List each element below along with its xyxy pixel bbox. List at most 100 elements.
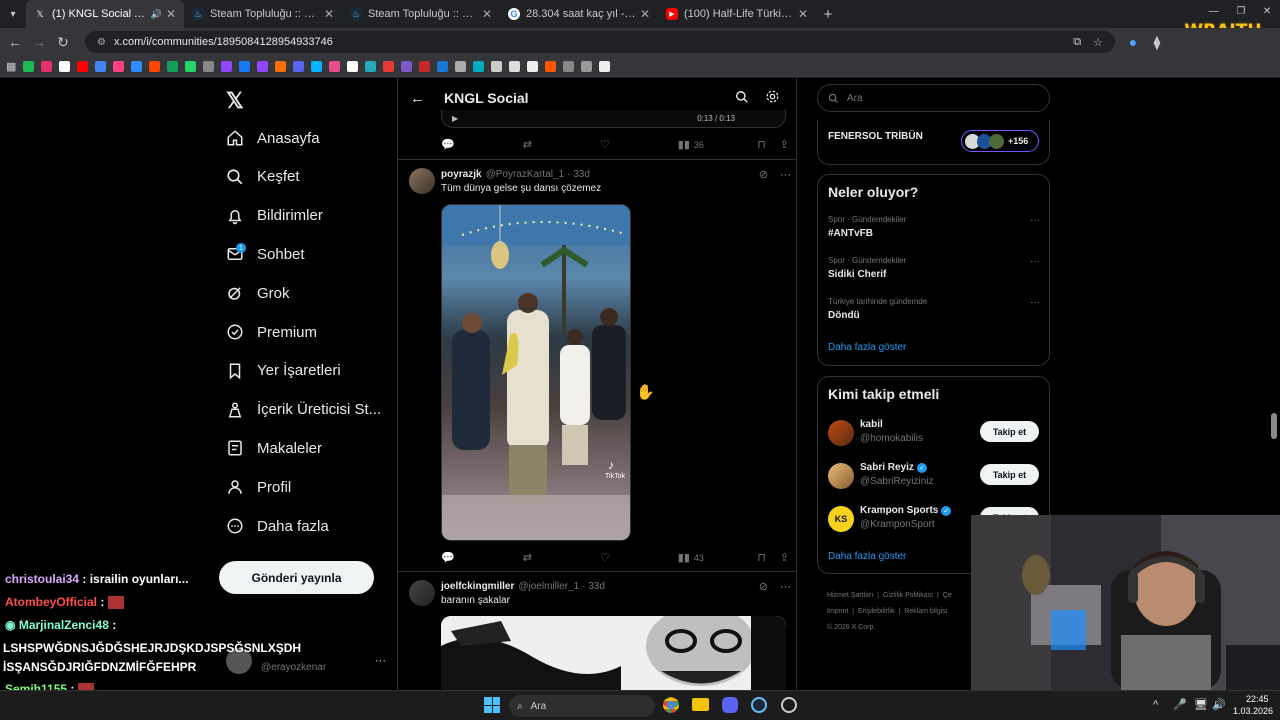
search-icon[interactable] [735,90,749,107]
network-icon[interactable]: 🖥 [1194,698,1208,711]
tweet-author-name[interactable]: joelfckingmiller [441,581,514,592]
bookmark-favicon-icon[interactable] [347,61,359,72]
bookmark-favicon-icon[interactable] [23,61,35,72]
bookmark-favicon-icon[interactable] [365,61,377,72]
nav-item-creator[interactable]: İçerik Üreticisi St... [226,397,381,423]
bookmark-favicon-icon[interactable] [455,61,467,72]
close-tab-icon[interactable]: ✕ [640,7,650,21]
maximize-icon[interactable]: ❐ [1236,6,1245,20]
nav-item-grok[interactable]: Grok [226,280,290,306]
close-tab-icon[interactable]: ✕ [482,7,492,21]
tab-list-button[interactable]: ▾ [0,2,26,26]
clock-time[interactable]: 22:45 [1246,694,1269,704]
site-info-icon[interactable]: ⚙ [97,37,106,48]
tray-chevron-icon[interactable]: ^ [1153,699,1158,711]
trend-item[interactable]: Spor · Gündemdekiler Sidiki Cherif ··· [828,256,1040,280]
bookmark-favicon-icon[interactable] [401,61,413,72]
nav-item-more-circle[interactable]: Daha fazla [226,513,329,539]
bookmark-favicon-icon[interactable] [113,61,125,72]
bookmark-favicon-icon[interactable] [95,61,107,72]
repost-icon[interactable]: ⇄ [523,551,532,564]
tweet-more-icon[interactable]: ··· [780,581,791,593]
bookmark-favicon-icon[interactable] [185,61,197,72]
back-arrow-icon[interactable]: ← [410,90,425,107]
settings-icon[interactable] [765,89,780,107]
tab-steam-2[interactable]: ♨ Steam Topluluğu :: XANTARES; ✕ [342,0,500,28]
grok-small-icon[interactable]: ⊘ [759,580,768,593]
volume-icon[interactable]: 🔊 [1212,698,1226,711]
steam-icon[interactable] [751,697,767,713]
footer-link[interactable]: Reklam bilgisi [904,608,947,615]
nav-item-search[interactable]: Keşfet [226,164,300,190]
follow-button[interactable]: Takip et [980,421,1039,442]
share-icon[interactable]: ⇪ [780,551,789,564]
back-icon[interactable]: ← [3,30,27,54]
extension-icon[interactable]: ● [1121,30,1145,54]
bookmark-favicon-icon[interactable] [527,61,539,72]
apps-icon[interactable]: ▦ [6,60,16,73]
tweet-media-video[interactable]: ♪ TikTok [441,204,631,541]
close-tab-icon[interactable]: ✕ [166,7,176,21]
clock-date[interactable]: 1.03.2026 [1233,706,1273,716]
bookmark-favicon-icon[interactable] [257,61,269,72]
previous-video[interactable]: ▶ 0:13 / 0:13 [441,110,786,128]
tweet-avatar[interactable] [409,580,435,606]
close-tab-icon[interactable]: ✕ [324,7,334,21]
bookmark-favicon-icon[interactable] [509,61,521,72]
bookmark-favicon-icon[interactable] [77,61,89,72]
nav-item-premium[interactable]: Premium [226,319,317,345]
x-logo-icon[interactable]: 𝕏 [226,88,244,114]
search-input[interactable] [847,92,1027,104]
bookmark-favicon-icon[interactable] [167,61,179,72]
nav-item-bell[interactable]: Bildirimler [226,203,323,229]
bookmark-favicon-icon[interactable] [311,61,323,72]
windows-start-icon[interactable] [484,697,500,713]
share-icon[interactable]: ⇪ [780,138,789,151]
footer-link[interactable]: Imprint [827,608,848,615]
tweet-time[interactable]: · 33d [567,169,590,180]
bookmark-icon[interactable]: ⊓ [757,551,766,564]
bookmark-favicon-icon[interactable] [329,61,341,72]
puzzle-icon[interactable]: ⧫ [1145,30,1169,54]
bookmark-favicon-icon[interactable] [437,61,449,72]
tab-steam-1[interactable]: ♨ Steam Topluluğu :: RRAENEE ✕ [184,0,342,28]
trend-more-icon[interactable]: ··· [1030,256,1040,267]
bookmark-favicon-icon[interactable] [149,61,161,72]
footer-link[interactable]: Erişilebilirlik [858,608,895,615]
close-window-icon[interactable]: ✕ [1263,6,1271,20]
bookmark-favicon-icon[interactable] [581,61,593,72]
trend-item[interactable]: Spor · Gündemdekiler #ANTvFB ··· [828,215,1040,239]
like-icon[interactable]: ♡ [600,551,610,564]
bookmark-favicon-icon[interactable] [599,61,611,72]
bookmark-favicon-icon[interactable] [275,61,287,72]
reload-icon[interactable]: ↻ [51,30,75,54]
bookmark-icon[interactable]: ⊓ [757,138,766,151]
bookmark-favicon-icon[interactable] [473,61,485,72]
bookmark-favicon-icon[interactable] [221,61,233,72]
play-icon[interactable]: ▶ [452,114,458,123]
follow-show-more[interactable]: Daha fazla göster [828,551,906,562]
footer-link[interactable]: Gizlilik Politikası [883,592,933,599]
mic-icon[interactable]: 🎤 [1173,698,1187,711]
trend-more-icon[interactable]: ··· [1030,297,1040,308]
trend-item[interactable]: Türkiye tarihinde gündemde Döndü ··· [828,297,1040,321]
tab-youtube[interactable]: ▶ (100) Half-Life Türkiye Şampiyo ✕ [658,0,816,28]
bookmark-favicon-icon[interactable] [491,61,503,72]
bookmark-favicon-icon[interactable] [239,61,251,72]
bookmark-favicon-icon[interactable] [59,61,71,72]
tweet-author-handle[interactable]: @PoyrazKartal_1 [486,169,565,180]
trends-show-more[interactable]: Daha fazla göster [828,342,906,353]
nav-item-bookmark[interactable]: Yer İşaretleri [226,358,341,384]
install-icon[interactable]: ⧉ [1073,36,1081,49]
folder-icon[interactable] [692,698,709,711]
page-scrollbar[interactable] [1271,413,1277,439]
bookmark-favicon-icon[interactable] [563,61,575,72]
footer-link[interactable]: Hizmet Şartları [827,592,873,599]
nav-item-person[interactable]: Profil [226,474,291,500]
like-icon[interactable]: ♡ [600,138,610,151]
new-tab-button[interactable]: + [816,2,840,26]
star-icon[interactable]: ☆ [1093,36,1103,49]
speaker-icon[interactable]: 🔊 [151,9,162,20]
grok-small-icon[interactable]: ⊘ [759,168,768,181]
follow-button[interactable]: Takip et [980,464,1039,485]
